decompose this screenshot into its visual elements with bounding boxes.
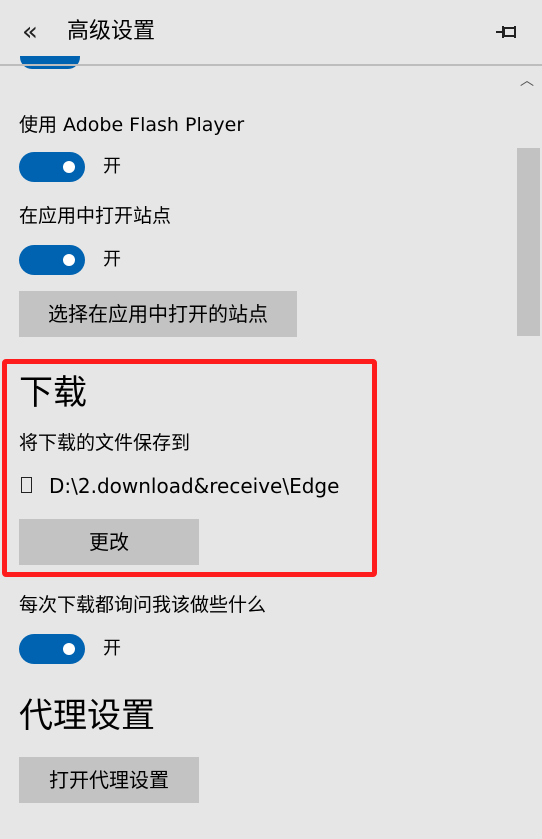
open-proxy-settings-button[interactable]: 打开代理设置 (19, 757, 199, 803)
ask-download-label: 每次下载都询问我该做些什么 (19, 594, 267, 616)
ask-download-toggle[interactable] (19, 634, 85, 664)
header: « 高级设置 (0, 0, 542, 64)
page-title: 高级设置 (67, 19, 156, 44)
file-icon (21, 477, 32, 493)
ask-download-toggle-state: 开 (103, 638, 121, 659)
change-button[interactable]: 更改 (19, 519, 199, 565)
flash-label: 使用 Adobe Flash Player (19, 114, 245, 136)
choose-sites-button[interactable]: 选择在应用中打开的站点 (19, 291, 297, 337)
proxy-section-title: 代理设置 (19, 696, 155, 736)
scrollbar-thumb[interactable] (517, 148, 540, 336)
toggle-knob (63, 254, 75, 266)
flash-toggle[interactable] (19, 152, 85, 182)
open-sites-label: 在应用中打开站点 (19, 205, 172, 227)
download-path: D:\2.download&receive\Edge (49, 474, 340, 498)
save-location-label: 将下载的文件保存到 (19, 432, 191, 454)
toggle-knob (63, 643, 75, 655)
scroll-up-icon[interactable]: ︿ (520, 70, 534, 90)
scrolled-toggle-partial (20, 56, 80, 69)
open-sites-toggle[interactable] (19, 245, 85, 275)
back-icon[interactable]: « (22, 14, 38, 50)
flash-toggle-state: 开 (103, 156, 121, 177)
open-sites-toggle-state: 开 (103, 249, 121, 270)
download-section-title: 下载 (19, 373, 87, 413)
toggle-knob (63, 161, 75, 173)
header-divider (0, 64, 542, 66)
pin-icon[interactable] (494, 22, 520, 42)
